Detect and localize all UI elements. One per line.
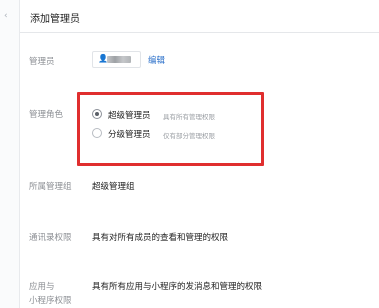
admin-chip[interactable]: 👤 bbox=[92, 51, 141, 68]
apps-permission-label-line1: 应用与 bbox=[29, 282, 55, 292]
admin-label: 管理员 bbox=[29, 57, 55, 67]
role-label: 管理角色 bbox=[29, 110, 64, 120]
highlight-box bbox=[77, 92, 264, 166]
group-value: 超级管理组 bbox=[92, 182, 135, 192]
edit-admin-link[interactable]: 编辑 bbox=[148, 54, 165, 66]
admin-name-redacted bbox=[107, 56, 131, 63]
chevron-left-icon: ‹ bbox=[4, 11, 8, 21]
contacts-permission-value: 具有对所有成员的查看和管理的权限 bbox=[92, 233, 229, 243]
page-title: 添加管理员 bbox=[30, 14, 80, 25]
apps-permission-label-line2: 小程序权限 bbox=[29, 296, 72, 306]
contacts-permission-label: 通讯录权限 bbox=[29, 233, 72, 243]
group-label: 所属管理组 bbox=[29, 182, 72, 192]
left-gutter: ‹ bbox=[0, 0, 20, 308]
panel-header: 添加管理员 bbox=[20, 0, 379, 33]
apps-permission-value: 具有所有应用与小程序的发消息和管理的权限 bbox=[92, 282, 263, 292]
add-admin-panel: ‹ 添加管理员 管理员 👤 编辑 管理角色 超级管理员 具有所有管理权限 分级管… bbox=[0, 0, 379, 308]
